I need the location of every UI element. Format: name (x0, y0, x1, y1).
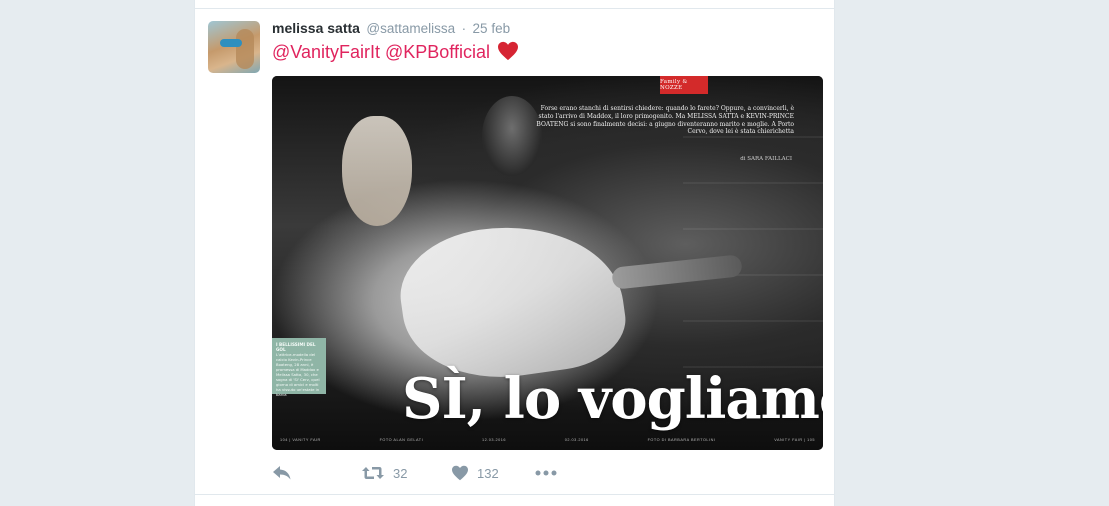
reply-icon (273, 466, 291, 480)
magazine-byline: di SARA FAILLACI (740, 156, 792, 162)
divider (195, 494, 834, 495)
avatar-glasses (220, 39, 242, 47)
user-handle[interactable]: @sattamelissa (366, 21, 455, 36)
retweet-count: 32 (393, 465, 408, 481)
avatar-hair (236, 29, 254, 69)
heart-icon (452, 465, 468, 481)
footer-item: FOTO ALAN GELATI (379, 438, 424, 442)
mention-kpbofficial[interactable]: @KPBofficial (385, 42, 490, 62)
retweet-icon (362, 467, 384, 479)
footer-item: VANITY FAIR | 105 (774, 438, 815, 442)
sidebox-text: L'attrice-modella del calcio Kevin-Princ… (276, 352, 320, 397)
retweet-button[interactable]: 32 (361, 463, 407, 483)
avatar[interactable] (208, 21, 260, 73)
magazine-section-tag: Family & NOZZE (660, 76, 708, 94)
tweet-timestamp[interactable]: 25 feb (473, 21, 511, 36)
footer-item: 12.03.2016 (481, 438, 506, 442)
magazine-blurb: Forse erano stanchi di sentirsi chiedere… (536, 105, 794, 136)
sidebox-title: I BELLISSIMI DEL GOL (276, 342, 316, 352)
car-seat-texture (683, 136, 823, 376)
separator-dot: · (461, 21, 467, 36)
like-button[interactable]: 132 (451, 463, 499, 483)
more-button[interactable] (535, 463, 557, 483)
user-fullname[interactable]: melissa satta (272, 20, 360, 36)
red-heart-icon (497, 41, 519, 66)
photo-figure-woman (342, 116, 412, 226)
reply-button[interactable] (272, 463, 292, 483)
magazine-footer: 104 | VANITY FAIR FOTO ALAN GELATI 12.03… (280, 438, 815, 442)
footer-item: FOTO DI BARBARA BERTOLINI (647, 438, 716, 442)
timeline-card: melissa satta @sattamelissa · 25 feb @Va… (194, 0, 835, 506)
footer-item: 02.03.2016 (564, 438, 589, 442)
magazine-headline: SÌ, lo vogliamo (402, 366, 823, 432)
divider (195, 8, 834, 9)
mention-vanityfair[interactable]: @VanityFairIt (272, 42, 380, 62)
tweet-text: @VanityFairIt @KPBofficial (272, 41, 519, 66)
tweet-media-photo[interactable]: Family & NOZZE Forse erano stanchi di se… (272, 76, 823, 450)
footer-item: 104 | VANITY FAIR (280, 438, 321, 442)
tweet-actions: 32 132 (272, 463, 572, 483)
magazine-sidebox: I BELLISSIMI DEL GOL L'attrice-modella d… (272, 338, 326, 397)
tweet-header: melissa satta @sattamelissa · 25 feb (272, 20, 510, 38)
more-icon (535, 470, 557, 476)
like-count: 132 (477, 465, 499, 481)
